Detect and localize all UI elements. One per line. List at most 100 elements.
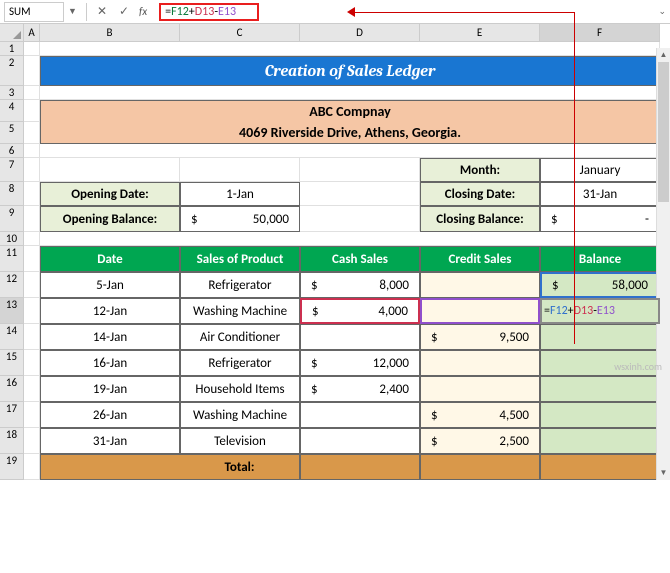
closing-date-label[interactable]: Closing Date: <box>420 182 540 206</box>
col-header-b[interactable]: B <box>40 24 180 42</box>
table-cell-cash[interactable]: $2,400 <box>300 376 420 402</box>
cell[interactable] <box>24 158 40 182</box>
total-label[interactable]: Total: <box>180 454 300 480</box>
table-cell-balance[interactable] <box>540 324 660 350</box>
table-cell-product[interactable]: Refrigerator <box>180 272 300 298</box>
company-name[interactable]: ABC Compnay <box>40 100 660 122</box>
table-cell-product[interactable]: Washing Machine <box>180 402 300 428</box>
table-cell-product[interactable]: Air Conditioner <box>180 324 300 350</box>
cell[interactable] <box>300 206 420 232</box>
table-cell-date[interactable]: 12-Jan <box>40 298 180 324</box>
formula-input[interactable]: =F12+D13-E13 <box>159 3 259 21</box>
company-address[interactable]: 4069 Riverside Drive, Athens, Georgia. <box>40 122 660 144</box>
vertical-scrollbar[interactable]: ▲ ▼ <box>656 48 670 480</box>
row-header-14[interactable]: 14 <box>0 324 24 350</box>
cell[interactable] <box>24 454 40 480</box>
scroll-down-icon[interactable]: ▼ <box>657 466 670 480</box>
name-box[interactable]: SUM <box>4 2 64 22</box>
cell[interactable] <box>24 298 40 324</box>
table-cell-balance[interactable] <box>540 402 660 428</box>
table-cell-product[interactable]: Washing Machine <box>180 298 300 324</box>
table-cell-cash[interactable] <box>300 428 420 454</box>
table-cell-cash[interactable] <box>300 324 420 350</box>
month-label[interactable]: Month: <box>420 158 540 182</box>
row-header-3[interactable]: 3 <box>0 86 24 100</box>
name-box-dropdown-icon[interactable]: ▼ <box>68 6 82 17</box>
header-credit[interactable]: Credit Sales <box>420 246 540 272</box>
month-value[interactable]: January <box>540 158 660 182</box>
title-band[interactable]: Creation of Sales Ledger <box>40 56 660 86</box>
row-header-1[interactable]: 1 <box>0 42 24 56</box>
row-header-4[interactable]: 4 <box>0 100 24 122</box>
col-header-c[interactable]: C <box>180 24 300 42</box>
cell[interactable] <box>24 86 40 100</box>
table-cell-balance[interactable] <box>540 428 660 454</box>
row-header-6[interactable]: 6 <box>0 144 24 158</box>
cell[interactable] <box>300 182 420 206</box>
cell[interactable] <box>24 182 40 206</box>
cell[interactable] <box>24 428 40 454</box>
closing-balance-value[interactable]: $- <box>540 206 660 232</box>
cell[interactable] <box>300 158 420 182</box>
row-header-8[interactable]: 8 <box>0 182 24 206</box>
header-cash[interactable]: Cash Sales <box>300 246 420 272</box>
row-header-2[interactable]: 2 <box>0 56 24 86</box>
table-cell-date[interactable]: 26-Jan <box>40 402 180 428</box>
table-cell-date[interactable]: 5-Jan <box>40 272 180 298</box>
confirm-icon[interactable]: ✓ <box>115 3 133 21</box>
table-cell-credit[interactable] <box>420 272 540 298</box>
cell[interactable] <box>40 232 660 246</box>
cell[interactable] <box>180 158 300 182</box>
cell[interactable] <box>40 144 660 158</box>
col-header-d[interactable]: D <box>300 24 420 42</box>
table-cell-cash[interactable] <box>300 402 420 428</box>
row-header-15[interactable]: 15 <box>0 350 24 376</box>
table-cell-credit[interactable]: $4,500 <box>420 402 540 428</box>
formula-expand-icon[interactable]: ⌄ <box>658 6 666 17</box>
table-cell-cash[interactable]: $8,000 <box>300 272 420 298</box>
select-all-corner[interactable] <box>0 24 24 42</box>
cell[interactable] <box>40 158 180 182</box>
table-cell-date[interactable]: 19-Jan <box>40 376 180 402</box>
opening-date-value[interactable]: 1-Jan <box>180 182 300 206</box>
cancel-icon[interactable]: ✕ <box>93 3 111 21</box>
opening-date-label[interactable]: Opening Date: <box>40 182 180 206</box>
cell[interactable] <box>24 402 40 428</box>
row-header-13[interactable]: 13 <box>0 298 24 324</box>
cell[interactable] <box>24 206 40 232</box>
table-cell-balance[interactable] <box>540 376 660 402</box>
table-cell-credit[interactable] <box>420 350 540 376</box>
total-label-cell[interactable] <box>40 454 180 480</box>
table-cell-credit[interactable] <box>420 376 540 402</box>
closing-date-value[interactable]: 31-Jan <box>540 182 660 206</box>
opening-balance-label[interactable]: Opening Balance: <box>40 206 180 232</box>
cell[interactable] <box>24 232 40 246</box>
header-balance[interactable]: Balance <box>540 246 660 272</box>
row-header-5[interactable]: 5 <box>0 122 24 144</box>
row-header-7[interactable]: 7 <box>0 158 24 182</box>
table-cell-product[interactable]: Television <box>180 428 300 454</box>
total-credit[interactable] <box>420 454 540 480</box>
cell[interactable] <box>24 350 40 376</box>
row-header-16[interactable]: 16 <box>0 376 24 402</box>
closing-balance-label[interactable]: Closing Balance: <box>420 206 540 232</box>
row-header-11[interactable]: 11 <box>0 246 24 272</box>
table-cell-credit-e13[interactable] <box>420 298 540 324</box>
table-cell-credit[interactable]: $9,500 <box>420 324 540 350</box>
row-header-12[interactable]: 12 <box>0 272 24 298</box>
cell[interactable] <box>24 144 40 158</box>
header-product[interactable]: Sales of Product <box>180 246 300 272</box>
scroll-up-icon[interactable]: ▲ <box>657 48 670 62</box>
header-date[interactable]: Date <box>40 246 180 272</box>
cell[interactable] <box>40 86 660 100</box>
total-balance[interactable] <box>540 454 660 480</box>
total-cash[interactable] <box>300 454 420 480</box>
table-cell-balance-editing[interactable]: =F12+D13-E13 <box>540 298 660 324</box>
opening-balance-value[interactable]: $50,000 <box>180 206 300 232</box>
row-header-18[interactable]: 18 <box>0 428 24 454</box>
row-header-10[interactable]: 10 <box>0 232 24 246</box>
cell[interactable] <box>40 42 660 56</box>
cell[interactable] <box>24 324 40 350</box>
table-cell-balance-f12[interactable]: $58,000 <box>540 272 660 298</box>
cell[interactable] <box>24 42 40 56</box>
